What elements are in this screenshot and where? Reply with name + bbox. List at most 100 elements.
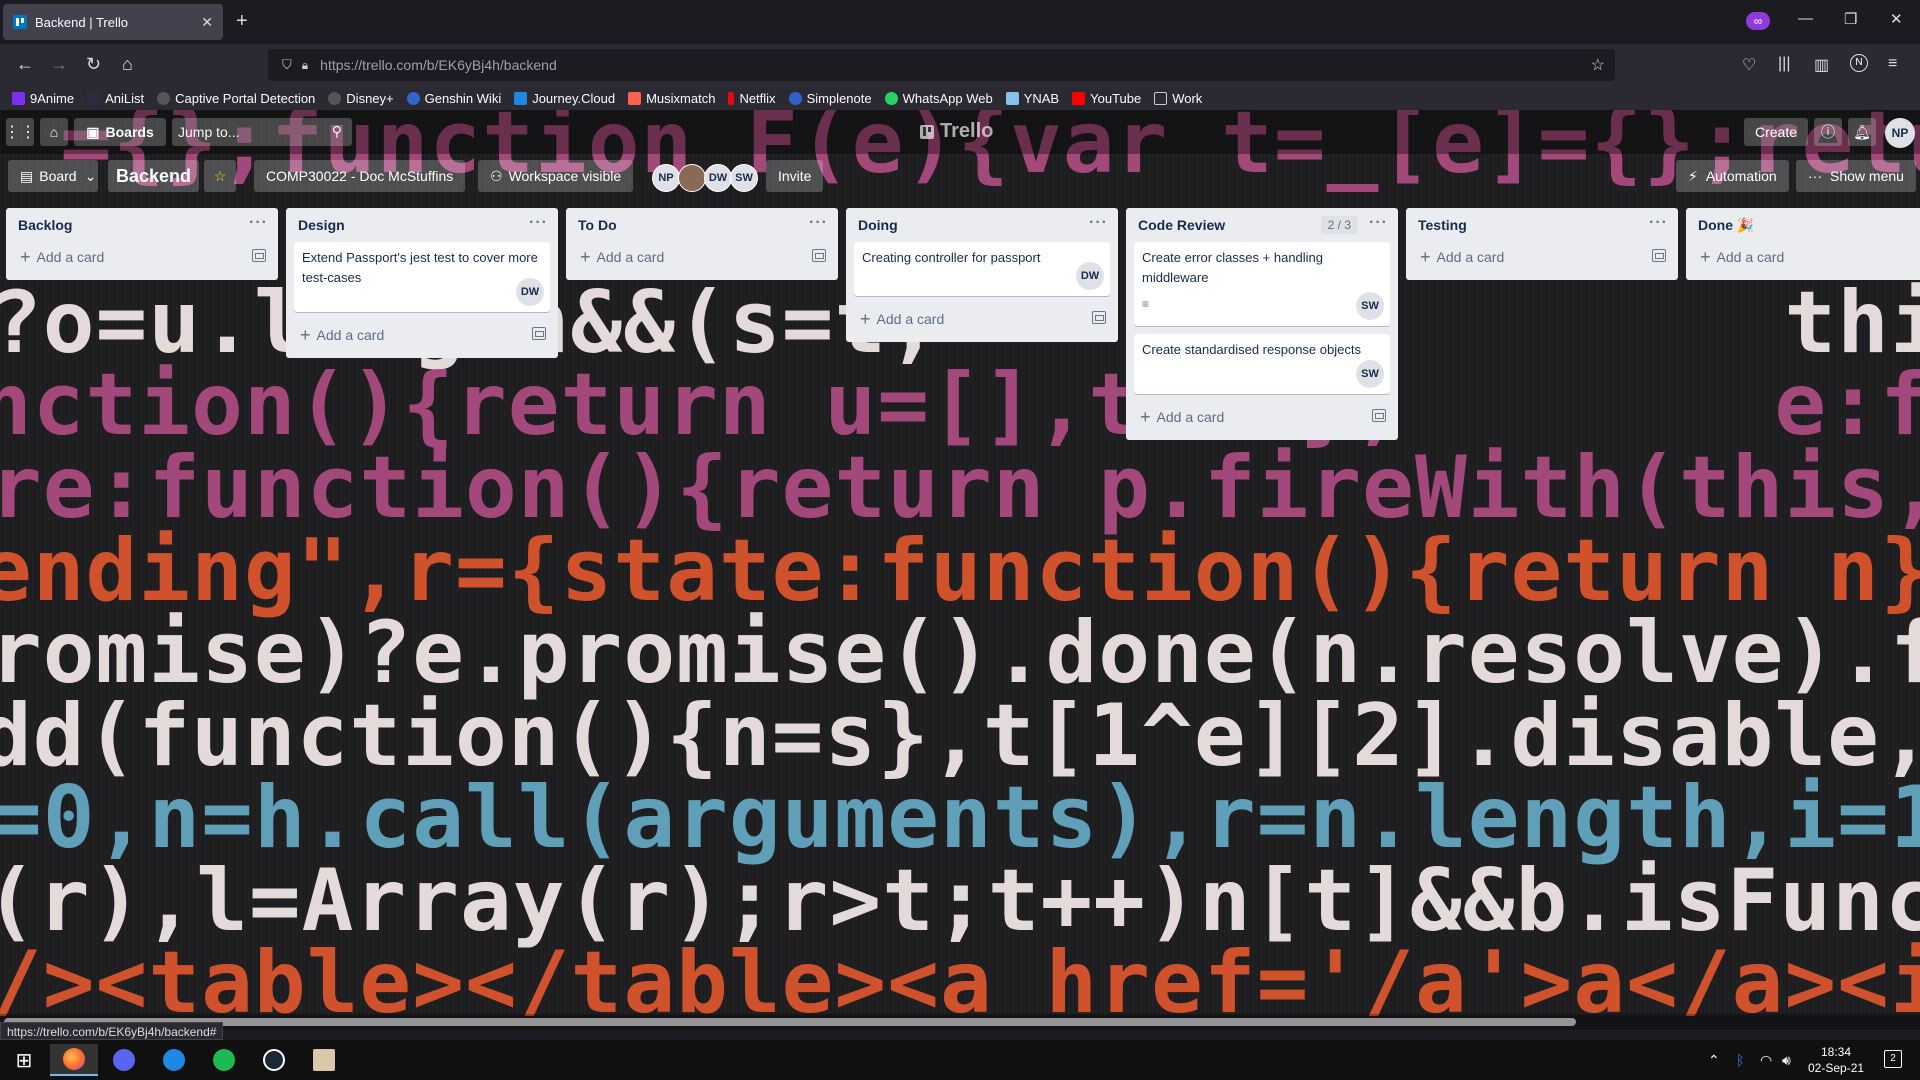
- system-clock[interactable]: 18:34 02-Sep-21: [1808, 1044, 1864, 1076]
- card[interactable]: Extend Passport's jest test to cover mor…: [294, 242, 550, 312]
- list-menu-icon[interactable]: ···: [1089, 214, 1108, 232]
- list-menu-icon[interactable]: ···: [809, 214, 828, 232]
- scrollbar-thumb[interactable]: [4, 1018, 1576, 1026]
- minimize-icon[interactable]: —: [1798, 10, 1813, 27]
- notification-center-icon[interactable]: 2: [1884, 1050, 1902, 1068]
- card-template-icon[interactable]: [812, 249, 826, 262]
- automation-button[interactable]: ⚡︎ Automation: [1676, 160, 1789, 192]
- show-menu-button[interactable]: ··· Show menu: [1796, 160, 1916, 192]
- board-horizontal-scrollbar[interactable]: [0, 1014, 1920, 1030]
- sidebar-icon[interactable]: ▥: [1814, 55, 1829, 75]
- address-bar[interactable]: ⛉ 🔒︎ https://trello.com/b/EK6yBj4h/backe…: [268, 49, 1615, 81]
- card-member-avatar[interactable]: SW: [1356, 292, 1384, 320]
- library-icon[interactable]: |||: [1778, 55, 1790, 73]
- card-template-icon[interactable]: [1092, 311, 1106, 324]
- list-header[interactable]: Testing ···: [1414, 208, 1670, 242]
- search-icon[interactable]: ⚲: [332, 123, 342, 140]
- add-card-button[interactable]: + Add a card: [1694, 242, 1920, 272]
- close-tab-icon[interactable]: ✕: [201, 14, 213, 31]
- apps-switcher-icon[interactable]: ⋮⋮: [4, 118, 36, 146]
- list-title[interactable]: Done 🎉: [1698, 217, 1754, 234]
- card-member-avatar[interactable]: DW: [1076, 262, 1104, 290]
- list-header[interactable]: Code Review 2 / 3 ···: [1134, 208, 1390, 242]
- card-template-icon[interactable]: [1372, 409, 1386, 422]
- forward-icon[interactable]: →: [50, 54, 68, 75]
- list-title[interactable]: Testing: [1418, 217, 1467, 233]
- taskbar-discord[interactable]: [100, 1044, 148, 1076]
- bookmark-item[interactable]: Captive Portal Detection: [157, 91, 315, 106]
- card-member-avatar[interactable]: SW: [1356, 360, 1384, 388]
- wifi-icon[interactable]: ◠: [1760, 1052, 1772, 1069]
- list-title[interactable]: Design: [298, 217, 345, 233]
- bookmark-item[interactable]: YouTube: [1072, 91, 1141, 106]
- list-menu-icon[interactable]: ···: [1649, 214, 1668, 232]
- card-template-icon[interactable]: [532, 327, 546, 340]
- bookmark-item[interactable]: WhatsApp Web: [884, 91, 993, 106]
- taskbar-app[interactable]: [150, 1044, 198, 1076]
- workspace-button[interactable]: COMP30022 - Doc McStuffins: [254, 160, 466, 192]
- lock-icon[interactable]: 🔒︎: [302, 58, 308, 73]
- new-tab-icon[interactable]: +: [236, 10, 248, 33]
- add-card-button[interactable]: + Add a card: [294, 320, 550, 350]
- board-title[interactable]: Backend: [108, 160, 200, 192]
- add-card-button[interactable]: + Add a card: [1134, 402, 1390, 432]
- browser-tab[interactable]: Backend | Trello ✕: [3, 4, 223, 40]
- member-avatar[interactable]: DW: [704, 164, 732, 192]
- add-card-button[interactable]: + Add a card: [1414, 242, 1670, 272]
- bookmark-item[interactable]: Disney+: [328, 91, 394, 106]
- bookmark-item[interactable]: AniList: [87, 91, 144, 106]
- chevron-up-icon[interactable]: ⌃: [1708, 1052, 1720, 1069]
- list-header[interactable]: Backlog ···: [14, 208, 270, 242]
- card[interactable]: Create standardised response objects SW: [1134, 334, 1390, 394]
- notifications-bell-icon[interactable]: 🔔︎: [1848, 118, 1876, 146]
- card-template-icon[interactable]: [252, 249, 266, 262]
- bookmark-item[interactable]: Netflix: [728, 91, 776, 106]
- taskbar-spotify[interactable]: [200, 1044, 248, 1076]
- card-template-icon[interactable]: [1652, 249, 1666, 262]
- info-icon[interactable]: ⓘ: [1814, 118, 1842, 146]
- list-title[interactable]: To Do: [578, 217, 617, 233]
- bookmark-item[interactable]: Musixmatch: [628, 91, 715, 106]
- user-avatar[interactable]: NP: [1885, 118, 1915, 148]
- bookmark-star-icon[interactable]: ☆: [1591, 55, 1605, 75]
- board-view-switcher[interactable]: ▤ Board ⌄: [8, 160, 98, 192]
- list-header[interactable]: Doing ···: [854, 208, 1110, 242]
- jump-to-search[interactable]: Jump to... ⚲: [172, 118, 352, 146]
- add-card-button[interactable]: + Add a card: [14, 242, 270, 272]
- boards-button[interactable]: ▣ Boards: [74, 118, 166, 146]
- bookmark-folder[interactable]: Work: [1154, 91, 1202, 106]
- bookmark-item[interactable]: Simplenote: [788, 91, 872, 106]
- trello-logo[interactable]: Trello: [920, 120, 993, 143]
- list-menu-icon[interactable]: ···: [529, 214, 548, 232]
- bookmark-item[interactable]: Journey.Cloud: [514, 91, 615, 106]
- list-header[interactable]: To Do ···: [574, 208, 830, 242]
- list-header[interactable]: Design ···: [294, 208, 550, 242]
- taskbar-steam[interactable]: [250, 1044, 298, 1076]
- back-icon[interactable]: ←: [16, 54, 34, 75]
- card[interactable]: Create error classes + handling middlewa…: [1134, 242, 1390, 326]
- create-button[interactable]: Create: [1744, 118, 1808, 146]
- member-avatar-photo[interactable]: [678, 164, 706, 192]
- bookmark-item[interactable]: Genshin Wiki: [406, 91, 501, 106]
- invite-button[interactable]: Invite: [766, 160, 824, 192]
- member-avatar[interactable]: NP: [652, 164, 680, 192]
- start-button[interactable]: ⊞: [0, 1044, 48, 1076]
- volume-icon[interactable]: 🔊︎: [1782, 1052, 1791, 1069]
- taskbar-app-2[interactable]: [300, 1044, 348, 1076]
- taskbar-firefox[interactable]: [50, 1044, 98, 1076]
- card-member-avatar[interactable]: DW: [516, 278, 544, 306]
- restore-icon[interactable]: ❐: [1844, 10, 1857, 28]
- bookmark-item[interactable]: YNAB: [1005, 91, 1059, 106]
- list-title[interactable]: Code Review: [1138, 217, 1225, 233]
- pocket-icon[interactable]: ♡: [1742, 55, 1756, 75]
- list-menu-icon[interactable]: ···: [1369, 214, 1388, 232]
- list-header[interactable]: Done 🎉 ···: [1694, 208, 1920, 242]
- home-button[interactable]: ⌂: [40, 118, 68, 146]
- account-avatar[interactable]: N: [1850, 54, 1868, 72]
- star-board-icon[interactable]: ☆: [204, 160, 236, 192]
- list-title[interactable]: Backlog: [18, 217, 72, 233]
- add-card-button[interactable]: + Add a card: [854, 304, 1110, 334]
- tracking-protection-icon[interactable]: ⛉: [282, 57, 292, 73]
- reload-icon[interactable]: ↻: [86, 54, 101, 75]
- visibility-button[interactable]: ⚇ Workspace visible: [478, 160, 634, 192]
